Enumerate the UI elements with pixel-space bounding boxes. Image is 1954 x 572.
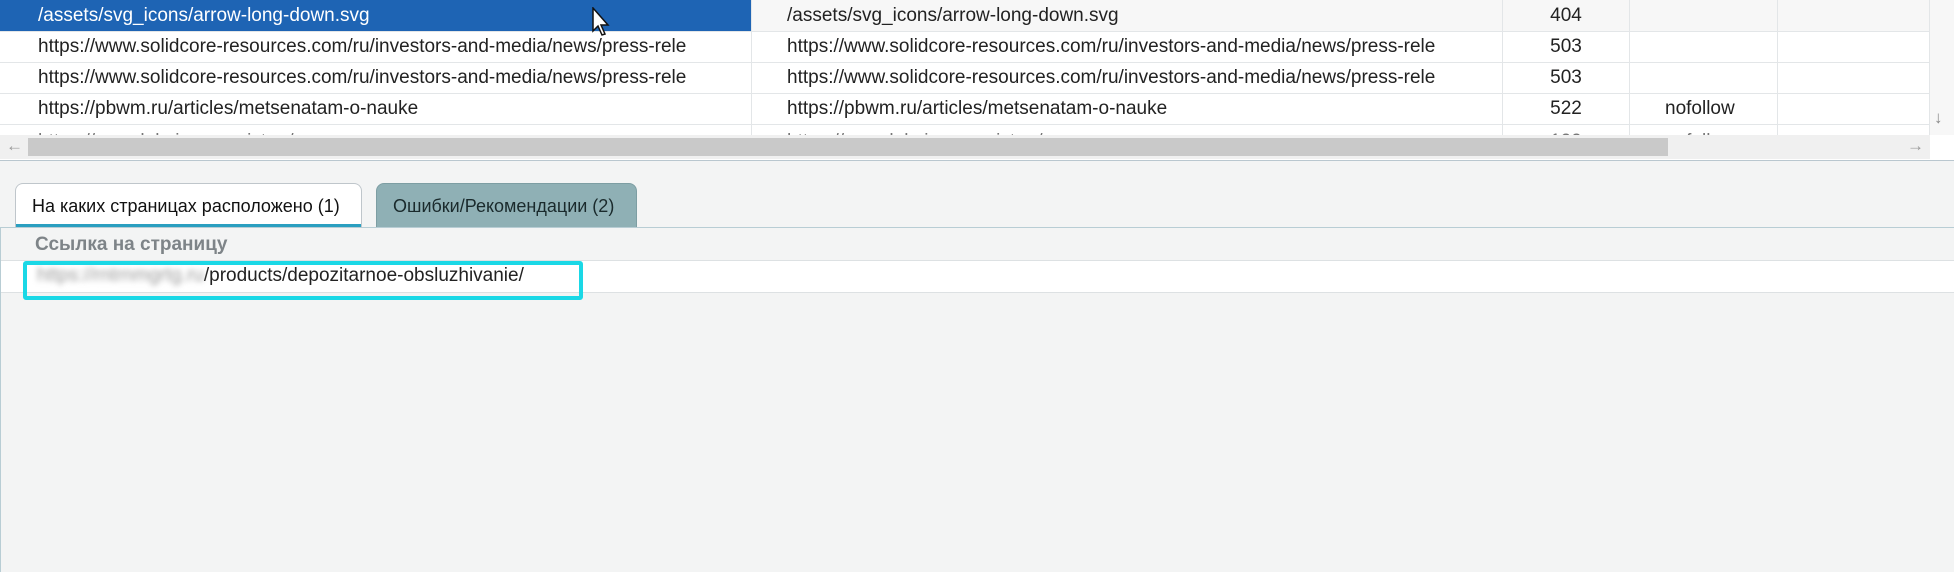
source-url-cell: https://pbwm.ru/articles/metsenatam-o-na… [0, 93, 752, 124]
source-url-cell: https://www.solidcore-resources.com/ru/i… [0, 31, 752, 62]
rel-cell [1630, 62, 1778, 93]
extra-cell [1778, 93, 1930, 124]
locations-panel: Ссылка на страницу https://rntrnmgrtg.ru… [0, 227, 1954, 572]
vertical-scrollbar[interactable]: ↓ [1930, 0, 1954, 135]
source-url-cell: /assets/svg_icons/arrow-long-down.svg [0, 0, 752, 31]
arrow-right-icon[interactable]: → [1907, 136, 1924, 156]
target-url-cell: https://www.solidcore-resources.com/ru/i… [752, 62, 1503, 93]
table-row[interactable]: https://www.solidcore-resources.com/ru/i… [0, 62, 1930, 94]
tab-locations-label: На каких страницах расположено (1) [32, 196, 340, 216]
target-url-cell: https://pbwm.ru/articles/metsenatam-o-na… [752, 93, 1503, 124]
target-url-cell: /assets/svg_icons/arrow-long-down.svg [752, 0, 1503, 31]
rel-cell: nofollow [1630, 93, 1778, 124]
table-row[interactable]: https://www.solidcore-resources.com/ru/i… [0, 31, 1930, 63]
status-code-cell: 503 [1503, 31, 1630, 62]
highlight-box [23, 261, 583, 300]
tab-errors-label: Ошибки/Рекомендации (2) [393, 196, 615, 216]
links-table: /assets/svg_icons/arrow-long-down.svg /a… [0, 0, 1954, 161]
status-code-cell: 404 [1503, 0, 1630, 31]
table-row[interactable]: /assets/svg_icons/arrow-long-down.svg /a… [0, 0, 1930, 32]
extra-cell [1778, 31, 1930, 62]
source-url-cell: https://www.solidcore-resources.com/ru/i… [0, 62, 752, 93]
target-url-cell: https://www.solidcore-resources.com/ru/i… [752, 31, 1503, 62]
status-code-cell: 522 [1503, 93, 1630, 124]
extra-cell [1778, 62, 1930, 93]
extra-cell [1778, 0, 1930, 31]
arrow-down-icon[interactable]: ↓ [1934, 108, 1943, 128]
mouse-cursor-icon [592, 7, 610, 36]
tab-errors-recommendations[interactable]: Ошибки/Рекомендации (2) [376, 183, 637, 227]
rel-cell [1630, 0, 1778, 31]
rel-cell [1630, 31, 1778, 62]
status-code-cell: 503 [1503, 62, 1630, 93]
arrow-left-icon[interactable]: ← [6, 136, 23, 156]
scrollbar-thumb[interactable] [28, 138, 1668, 156]
tab-locations[interactable]: На каких страницах расположено (1) [15, 183, 362, 227]
table-row[interactable]: https://pbwm.ru/articles/metsenatam-o-na… [0, 93, 1930, 125]
column-header-page-link: Ссылка на страницу [35, 234, 228, 255]
horizontal-scrollbar[interactable]: ← → [0, 135, 1930, 159]
